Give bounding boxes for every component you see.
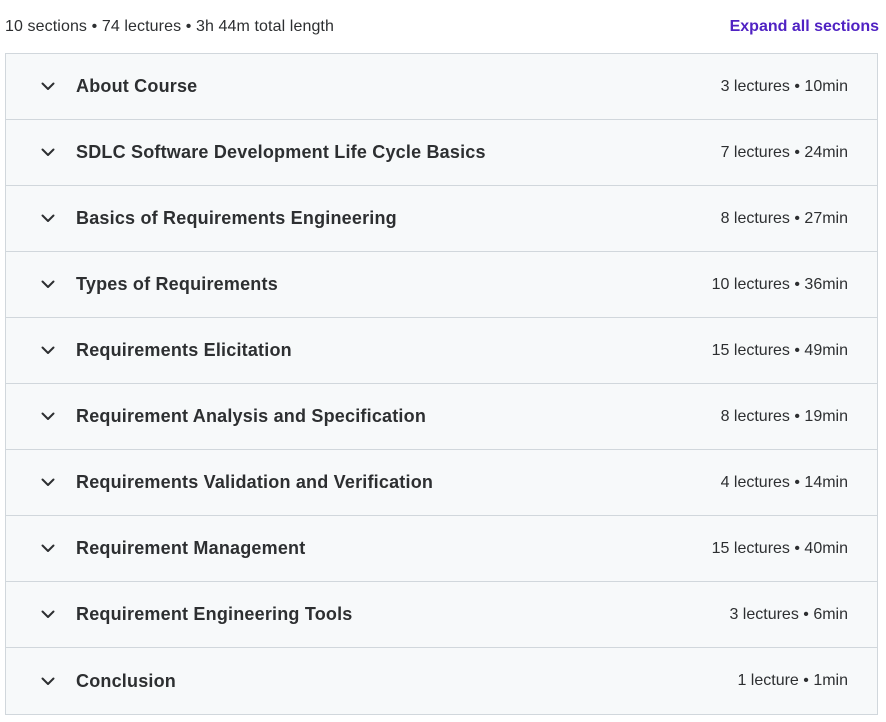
section-lecture-count: 15 lectures • 49min <box>711 341 848 359</box>
chevron-down-icon <box>40 211 56 227</box>
chevron-down-icon <box>40 475 56 491</box>
section-row[interactable]: Types of Requirements 10 lectures • 36mi… <box>6 252 877 318</box>
section-row[interactable]: Requirement Analysis and Specification 8… <box>6 384 877 450</box>
section-row[interactable]: SDLC Software Development Life Cycle Bas… <box>6 120 877 186</box>
chevron-down-icon <box>40 607 56 623</box>
curriculum-section-list: About Course 3 lectures • 10min SDLC Sof… <box>5 53 878 715</box>
section-row[interactable]: Requirement Engineering Tools 3 lectures… <box>6 582 877 648</box>
section-lecture-count: 1 lecture • 1min <box>737 672 848 689</box>
section-lecture-count: 8 lectures • 27min <box>720 209 848 227</box>
section-row[interactable]: About Course 3 lectures • 10min <box>6 54 877 120</box>
section-title: Requirement Engineering Tools <box>76 604 353 624</box>
section-title: SDLC Software Development Life Cycle Bas… <box>76 142 486 162</box>
section-title: Requirements Validation and Verification <box>76 472 434 492</box>
section-lecture-count: 10 lectures • 36min <box>711 275 848 293</box>
section-row[interactable]: Requirements Validation and Verification… <box>6 450 877 516</box>
chevron-down-icon <box>40 145 56 161</box>
section-row[interactable]: Requirements Elicitation 15 lectures • 4… <box>6 318 877 384</box>
section-title: Requirement Analysis and Specification <box>76 406 427 426</box>
chevron-down-icon <box>40 343 56 359</box>
section-lecture-count: 15 lectures • 40min <box>711 539 848 557</box>
section-title: Requirements Elicitation <box>76 340 292 360</box>
section-lecture-count: 3 lectures • 6min <box>729 605 848 623</box>
section-title: Types of Requirements <box>76 274 278 294</box>
section-row[interactable]: Basics of Requirements Engineering 8 lec… <box>6 186 877 252</box>
chevron-down-icon <box>40 409 56 425</box>
section-lecture-count: 3 lectures • 10min <box>720 77 848 95</box>
section-title: About Course <box>76 76 198 96</box>
curriculum-summary-bar: 10 sections • 74 lectures • 3h 44m total… <box>5 0 879 53</box>
chevron-down-icon <box>40 79 56 95</box>
section-title: Basics of Requirements Engineering <box>76 208 397 228</box>
section-title: Requirement Management <box>76 538 306 558</box>
section-lecture-count: 8 lectures • 19min <box>720 407 848 425</box>
section-lecture-count: 4 lectures • 14min <box>720 473 848 491</box>
chevron-down-icon <box>40 541 56 557</box>
chevron-down-icon <box>40 277 56 293</box>
section-title: Conclusion <box>76 670 176 691</box>
chevron-down-icon <box>40 673 56 689</box>
expand-all-sections-button[interactable]: Expand all sections <box>730 18 879 36</box>
section-row[interactable]: Requirement Management 15 lectures • 40m… <box>6 516 877 582</box>
section-lecture-count: 7 lectures • 24min <box>720 143 848 161</box>
section-row[interactable]: Conclusion 1 lecture • 1min <box>6 648 877 714</box>
course-content-summary: 10 sections • 74 lectures • 3h 44m total… <box>5 17 334 35</box>
